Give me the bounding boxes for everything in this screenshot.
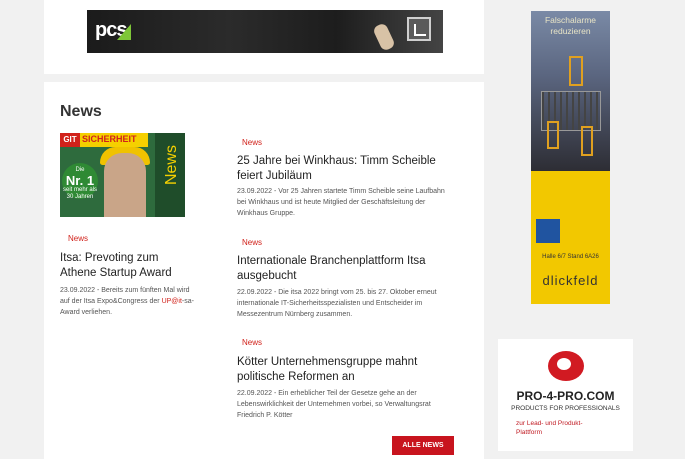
magazine-cover-image[interactable]: GIT SICHERHEIT News Die Nr. 1 seit mehr …	[60, 133, 185, 217]
ad-hall-info: Halle 6/7 Stand 6A26	[542, 254, 599, 260]
person-illustration	[104, 153, 146, 217]
pro4pro-note: zur Lead- und Produkt- Plattform	[516, 419, 626, 437]
news-item-title[interactable]: Internationale Branchenplattform Itsa au…	[237, 254, 452, 284]
magazine-side-label: News	[163, 145, 180, 186]
hand-icon	[372, 22, 396, 52]
magazine-badge: Die Nr. 1 seit mehr als 30 Jahren	[62, 163, 98, 200]
magazine-title: SICHERHEIT	[82, 134, 137, 144]
detection-box-icon	[547, 121, 559, 149]
pro4pro-subtitle: PRODUCTS FOR PROFESSIONALS	[511, 405, 620, 412]
featured-news-title[interactable]: Itsa: Prevoting zum Athene Startup Award	[60, 251, 190, 281]
fair-logo-icon	[536, 219, 560, 243]
news-item-meta: 22.09.2022 - Die itsa 2022 bringt vom 25…	[237, 289, 437, 318]
pcs-banner-ad[interactable]: pcs	[87, 10, 443, 53]
ad-headline-line2: reduzieren	[550, 26, 591, 36]
badge-line3: 30 Jahren	[66, 194, 94, 200]
featured-meta-link[interactable]: UP@it	[162, 298, 182, 305]
detection-box-icon	[581, 126, 593, 156]
news-item-meta: 23.09.2022 - Vor 25 Jahren startete Timm…	[237, 188, 445, 217]
ad-headline-line1: Falschalarme	[544, 15, 597, 25]
badge-line2: seit mehr als	[62, 187, 97, 193]
all-news-button[interactable]: ALLE NEWS	[392, 436, 454, 455]
news-heading: News	[60, 103, 102, 120]
news-item-tag[interactable]: News	[242, 338, 262, 347]
ad-brand-logo: dlickfeld	[542, 273, 599, 288]
featured-news-meta: 23.09.2022 - Bereits zum fünften Mal wir…	[60, 285, 198, 318]
news-item-title[interactable]: Kötter Unternehmensgruppe mahnt politisc…	[237, 355, 452, 385]
news-item-title[interactable]: 25 Jahre bei Winkhaus: Timm Scheible fei…	[237, 154, 452, 184]
pro4pro-logo-icon	[548, 351, 584, 381]
pro4pro-note-line1: zur Lead- und Produkt-	[516, 420, 583, 427]
arrow-icon	[407, 17, 431, 41]
ad-headline: Falschalarme reduzieren	[535, 15, 606, 37]
news-item-tag[interactable]: News	[242, 238, 262, 247]
magazine-brand: GIT	[60, 133, 80, 147]
pro4pro-title: PRO-4-PRO.COM	[516, 389, 615, 403]
pro4pro-note-line2: Plattform	[516, 429, 543, 436]
dallmeier-skyscraper-ad[interactable]: Falschalarme reduzieren Halle 6/7 Stand …	[531, 11, 610, 304]
pro4pro-ad[interactable]: PRO-4-PRO.COM PRODUCTS FOR PROFESSIONALS…	[498, 339, 633, 451]
pcs-triangle-icon	[117, 24, 131, 40]
news-item-meta: 22.09.2022 - Ein erheblicher Teil der Ge…	[237, 390, 431, 419]
badge-number: Nr. 1	[65, 173, 95, 188]
featured-news-tag[interactable]: News	[68, 234, 88, 243]
news-item-tag[interactable]: News	[242, 138, 262, 147]
detection-box-icon	[569, 56, 583, 86]
